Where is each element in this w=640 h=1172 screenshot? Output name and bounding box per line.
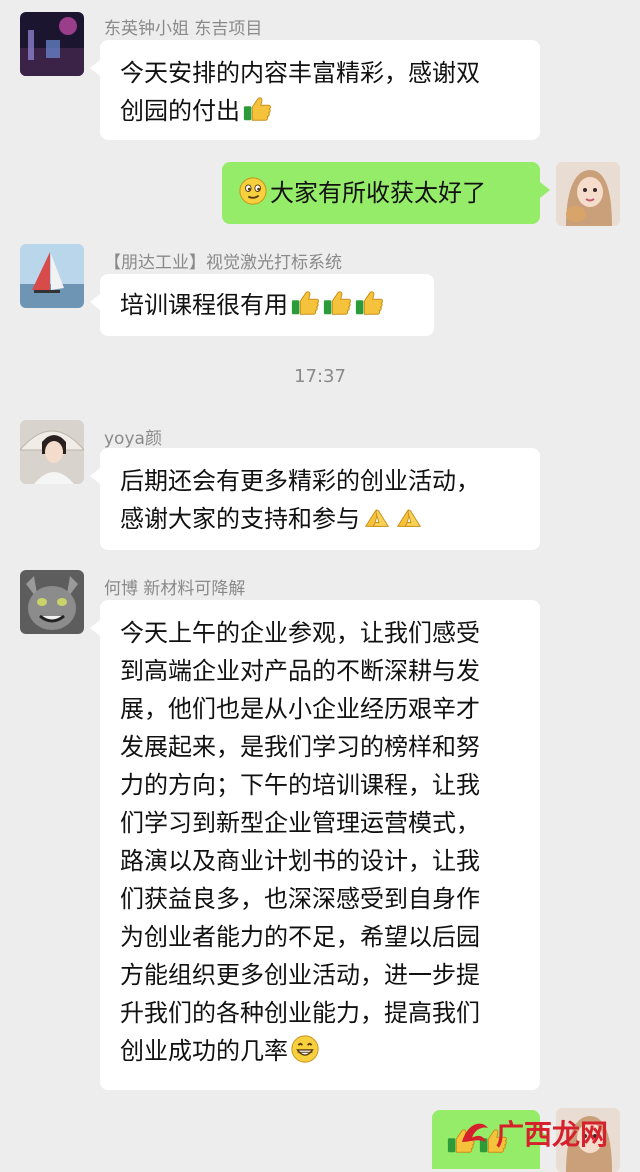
- avatar[interactable]: [556, 162, 620, 226]
- message-text-line: 创业成功的几率: [120, 1037, 288, 1065]
- message-text-line: 今天上午的企业参观，让我们感受: [120, 619, 480, 647]
- sender-name: 东英钟小姐 东吉项目: [104, 19, 263, 39]
- message-text: 大家有所收获太好了: [270, 179, 486, 207]
- sender-name: 何博 新材料可降解: [104, 579, 246, 599]
- avatar[interactable]: [20, 570, 84, 634]
- thumbs-up-icon: [322, 288, 352, 318]
- message-text-line: 们获益良多，也深深感受到自身作: [120, 885, 480, 913]
- message-text-line: 感谢大家的支持和参与: [120, 505, 360, 533]
- message-text-line: 力的方向；下午的培训课程，让我: [120, 771, 480, 799]
- message-bubble[interactable]: 培训课程很有用: [90, 274, 434, 336]
- sender-name: yoya颜: [104, 429, 162, 449]
- sender-name: 【朋达工业】视觉激光打标系统: [104, 253, 342, 273]
- grin-emoji-icon: [290, 1034, 320, 1064]
- message-text-line: 后期还会有更多精彩的创业活动，: [120, 467, 480, 495]
- message-text-line: 升我们的各种创业能力，提高我们: [120, 999, 480, 1027]
- pray-icon: [362, 502, 392, 532]
- message-text-line: 为创业者能力的不足，希望以后园: [120, 923, 480, 951]
- message-text-line: 展，他们也是从小企业经历艰辛才: [120, 695, 480, 723]
- message-text-line: 发展起来，是我们学习的榜样和努: [120, 733, 480, 761]
- message-bubble[interactable]: 今天安排的内容丰富精彩，感谢双 创园的付出: [90, 40, 540, 140]
- message-bubble[interactable]: 后期还会有更多精彩的创业活动， 感谢大家的支持和参与: [90, 448, 540, 550]
- dragon-logo-icon: [461, 1123, 488, 1142]
- message-text-line: 们学习到新型企业管理运营模式，: [120, 809, 480, 837]
- message-text-line: 到高端企业对产品的不断深耕与发: [120, 657, 480, 685]
- sly-smile-emoji-icon: [238, 176, 268, 206]
- message-text-line: 路演以及商业计划书的设计，让我: [120, 847, 480, 875]
- watermark-text: 广西龙网: [495, 1118, 608, 1151]
- message-text-line: 方能组织更多创业活动，进一步提: [120, 961, 480, 989]
- pray-icon: [394, 502, 424, 532]
- watermark-logo: 广西龙网: [458, 1113, 608, 1153]
- avatar[interactable]: [20, 420, 84, 484]
- message-text: 培训课程很有用: [120, 291, 288, 319]
- timestamp: 17:37: [294, 366, 346, 387]
- thumbs-up-icon: [242, 94, 272, 124]
- thumbs-up-icon: [354, 288, 384, 318]
- message-bubble[interactable]: 今天上午的企业参观，让我们感受 到高端企业对产品的不断深耕与发 展，他们也是从小…: [90, 600, 540, 1090]
- avatar[interactable]: [20, 244, 84, 308]
- thumbs-up-icon: [290, 288, 320, 318]
- avatar[interactable]: [20, 12, 84, 76]
- message-text-line: 今天安排的内容丰富精彩，感谢双: [120, 59, 480, 87]
- message-bubble[interactable]: 大家有所收获太好了: [222, 162, 550, 224]
- message-text-line: 创园的付出: [120, 97, 240, 125]
